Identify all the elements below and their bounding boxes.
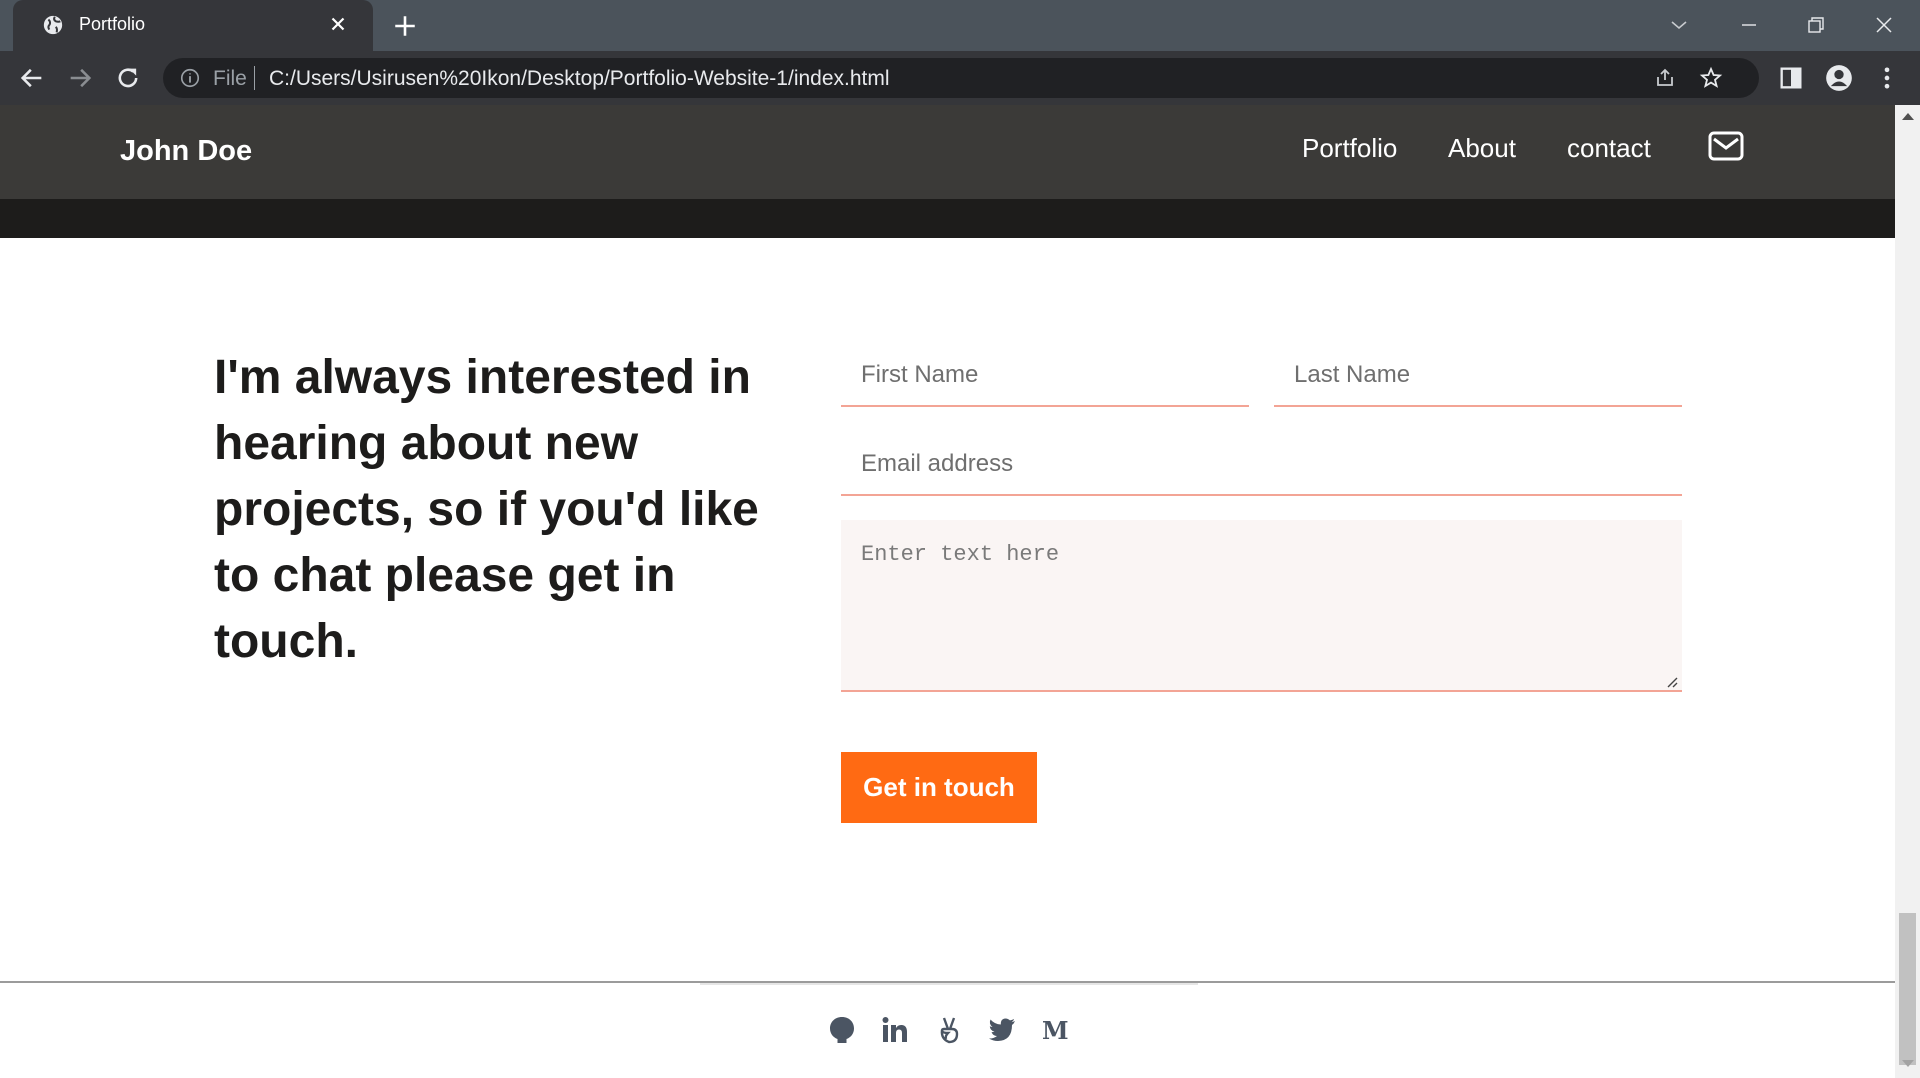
browser-tab-strip: Portfolio bbox=[0, 0, 1920, 51]
back-icon[interactable] bbox=[18, 64, 46, 92]
linkedin-icon[interactable] bbox=[880, 1015, 910, 1045]
github-icon[interactable] bbox=[827, 1015, 857, 1045]
restore-icon[interactable] bbox=[1801, 10, 1831, 40]
menu-kebab-icon[interactable] bbox=[1873, 64, 1901, 92]
first-name-input[interactable] bbox=[841, 345, 1249, 407]
close-tab-icon[interactable] bbox=[327, 13, 349, 35]
tab-title: Portfolio bbox=[79, 14, 146, 34]
profile-icon[interactable] bbox=[1825, 64, 1853, 92]
globe-icon bbox=[43, 15, 63, 35]
url-divider bbox=[254, 66, 255, 90]
hero-band bbox=[0, 199, 1895, 238]
url-text[interactable]: C:/Users/Usirusen%20Ikon/Desktop/Portfol… bbox=[269, 67, 890, 91]
url-scheme: File bbox=[213, 67, 247, 90]
resize-grip-icon[interactable] bbox=[1666, 676, 1678, 688]
last-name-input[interactable] bbox=[1274, 345, 1682, 407]
message-textarea[interactable] bbox=[841, 520, 1682, 692]
bookmark-star-icon[interactable] bbox=[1699, 66, 1723, 90]
twitter-icon[interactable] bbox=[987, 1015, 1017, 1045]
contact-intro: I'm always interested in hearing about n… bbox=[214, 351, 759, 668]
browser-tab[interactable]: Portfolio bbox=[13, 0, 373, 51]
scroll-down-arrow-icon[interactable] bbox=[1902, 1060, 1914, 1067]
scroll-up-arrow-icon[interactable] bbox=[1902, 113, 1914, 120]
info-icon[interactable] bbox=[179, 67, 201, 89]
svg-text:M: M bbox=[1042, 1016, 1069, 1045]
forward-icon[interactable] bbox=[66, 64, 94, 92]
mail-icon[interactable] bbox=[1708, 131, 1744, 161]
nav-link-contact[interactable]: contact bbox=[1567, 133, 1651, 164]
side-panel-icon[interactable] bbox=[1777, 64, 1805, 92]
page-viewport: John Doe Portfolio About contact I'm alw… bbox=[0, 105, 1895, 1078]
address-bar[interactable]: File C:/Users/Usirusen%20Ikon/Desktop/Po… bbox=[163, 58, 1759, 98]
scrollbar-thumb[interactable] bbox=[1899, 913, 1916, 1065]
get-in-touch-button[interactable]: Get in touch bbox=[841, 752, 1037, 823]
minimize-icon[interactable] bbox=[1734, 10, 1764, 40]
browser-toolbar: File C:/Users/Usirusen%20Ikon/Desktop/Po… bbox=[0, 51, 1920, 105]
tab-search-icon[interactable] bbox=[1664, 10, 1694, 40]
share-icon[interactable] bbox=[1653, 66, 1677, 90]
medium-icon[interactable]: M bbox=[1040, 1015, 1070, 1045]
page-scrollbar[interactable] bbox=[1895, 105, 1920, 1078]
close-window-icon[interactable] bbox=[1869, 10, 1899, 40]
nav-link-portfolio[interactable]: Portfolio bbox=[1302, 133, 1397, 164]
site-header: John Doe Portfolio About contact bbox=[0, 105, 1895, 199]
site-brand[interactable]: John Doe bbox=[120, 135, 252, 168]
angellist-icon[interactable] bbox=[934, 1015, 964, 1045]
reload-icon[interactable] bbox=[114, 64, 142, 92]
nav-link-about[interactable]: About bbox=[1448, 133, 1516, 164]
new-tab-icon[interactable] bbox=[392, 13, 418, 39]
footer-divider-accent bbox=[700, 983, 1198, 985]
email-input[interactable] bbox=[841, 433, 1682, 496]
